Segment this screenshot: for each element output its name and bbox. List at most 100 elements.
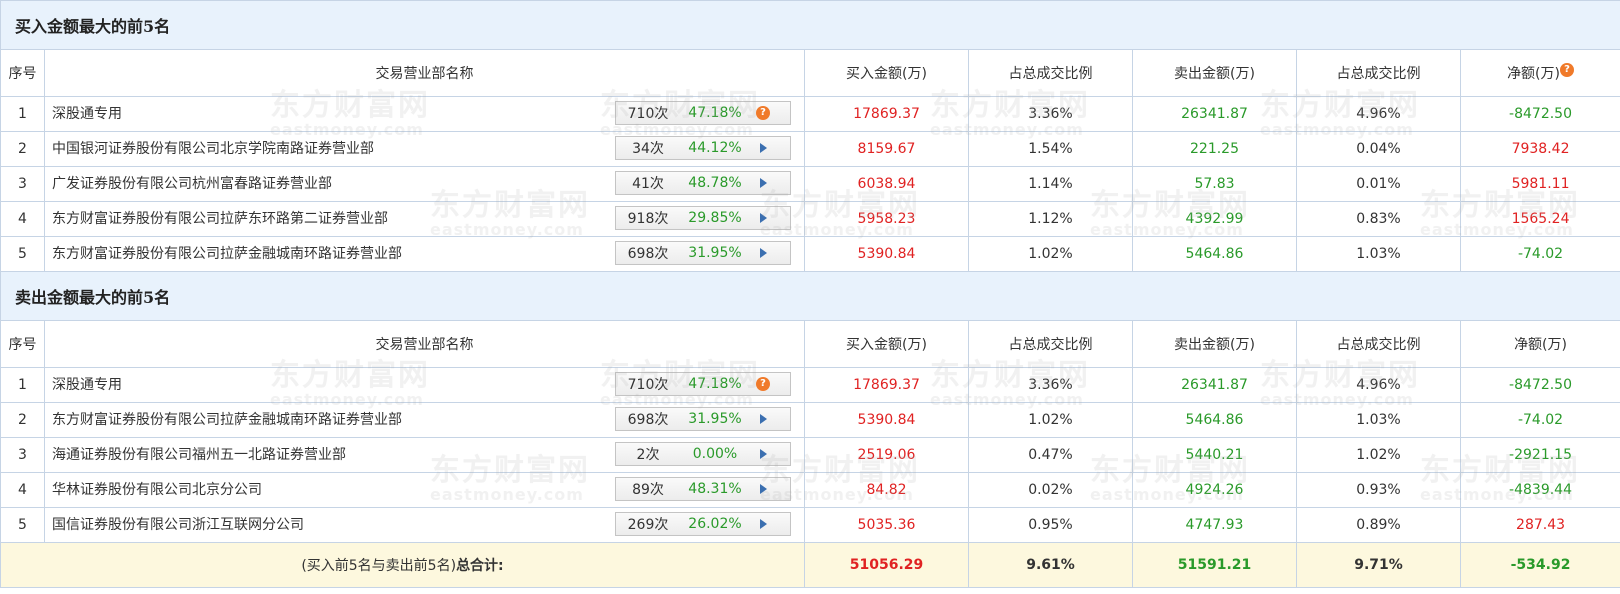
branch-name-link[interactable]: 东方财富证券股份有限公司拉萨金融城南环路证券营业部 xyxy=(52,238,402,271)
play-arrow-icon[interactable] xyxy=(760,449,767,459)
sell-amount: 26341.87 xyxy=(1132,96,1297,132)
branch-cell: 深股通专用 710次 47.18%? xyxy=(44,367,805,403)
net-amount: 287.43 xyxy=(1459,507,1620,543)
sell-ratio: 0.01% xyxy=(1296,166,1461,202)
play-arrow-icon[interactable] xyxy=(760,248,767,258)
total-label: (买入前5名与卖出前5名)总合计: xyxy=(0,542,805,588)
sell-ratio: 0.89% xyxy=(1296,507,1461,543)
row-index: 5 xyxy=(0,236,45,272)
branch-cell: 东方财富证券股份有限公司拉萨金融城南环路证券营业部 698次 31.95% xyxy=(44,402,805,438)
buy-amount: 5958.23 xyxy=(804,201,969,237)
buy-section: 买入金额最大的前5名 序号 交易营业部名称 买入金额(万) 占总成交比例 卖出金… xyxy=(0,0,1620,272)
table-row: 2 中国银河证券股份有限公司北京学院南路证券营业部 34次 44.12% 8159.67… xyxy=(0,131,1620,167)
sell-amount: 57.83 xyxy=(1132,166,1297,202)
col-index: 序号 xyxy=(0,49,45,97)
play-arrow-icon[interactable] xyxy=(760,213,767,223)
net-amount: -2921.15 xyxy=(1459,437,1620,473)
branch-name-link[interactable]: 东方财富证券股份有限公司拉萨金融城南环路证券营业部 xyxy=(52,404,402,437)
row-index: 3 xyxy=(0,437,45,473)
col-branch: 交易营业部名称 xyxy=(44,49,805,97)
row-index: 2 xyxy=(0,402,45,438)
sell-header-row: 序号 交易营业部名称 买入金额(万) 占总成交比例 卖出金额(万) 占总成交比例… xyxy=(0,320,1620,368)
play-arrow-icon[interactable] xyxy=(760,143,767,153)
branch-name-link[interactable]: 海通证券股份有限公司福州五一北路证券营业部 xyxy=(52,439,346,472)
buy-amount: 17869.37 xyxy=(804,367,969,403)
branch-stats-badge[interactable]: 698次 31.95% xyxy=(615,241,791,265)
buy-ratio: 1.02% xyxy=(968,402,1133,438)
col-net: 净额(万) xyxy=(1459,320,1620,368)
table-row: 3 广发证券股份有限公司杭州富春路证券营业部 41次 48.78% 6038.94 1.1… xyxy=(0,166,1620,202)
branch-stats-badge[interactable]: 710次 47.18%? xyxy=(615,101,791,125)
sell-ratio: 1.03% xyxy=(1296,402,1461,438)
branch-stats-badge[interactable]: 710次 47.18%? xyxy=(615,372,791,396)
total-buy-ratio: 9.61% xyxy=(968,542,1133,588)
col-buy-ratio: 占总成交比例 xyxy=(968,320,1133,368)
play-arrow-icon[interactable] xyxy=(760,484,767,494)
total-sell-ratio: 9.71% xyxy=(1296,542,1461,588)
branch-stats-badge[interactable]: 918次 29.85% xyxy=(615,206,791,230)
branch-win-rate: 47.18% xyxy=(688,376,742,392)
sell-section: 卖出金额最大的前5名 序号 交易营业部名称 买入金额(万) 占总成交比例 卖出金… xyxy=(0,271,1620,543)
buy-ratio: 0.47% xyxy=(968,437,1133,473)
branch-stats-badge[interactable]: 89次 48.31% xyxy=(615,477,791,501)
buy-header-row: 序号 交易营业部名称 买入金额(万) 占总成交比例 卖出金额(万) 占总成交比例… xyxy=(0,49,1620,97)
buy-ratio: 1.12% xyxy=(968,201,1133,237)
branch-count: 2次 xyxy=(636,447,660,463)
buy-ratio: 1.54% xyxy=(968,131,1133,167)
col-sell-ratio: 占总成交比例 xyxy=(1296,49,1461,97)
branch-name-link[interactable]: 华林证券股份有限公司北京分公司 xyxy=(52,474,262,507)
branch-count: 269次 xyxy=(627,517,669,533)
branch-cell: 深股通专用 710次 47.18%? xyxy=(44,96,805,132)
branch-win-rate: 29.85% xyxy=(688,210,742,226)
branch-stats-badge[interactable]: 34次 44.12% xyxy=(615,136,791,160)
net-amount: 5981.11 xyxy=(1459,166,1620,202)
play-arrow-icon[interactable] xyxy=(760,519,767,529)
buy-ratio: 3.36% xyxy=(968,367,1133,403)
branch-name-link[interactable]: 中国银河证券股份有限公司北京学院南路证券营业部 xyxy=(52,133,374,166)
buy-ratio: 1.14% xyxy=(968,166,1133,202)
table-row: 4 东方财富证券股份有限公司拉萨东环路第二证券营业部 918次 29.85% 5958.… xyxy=(0,201,1620,237)
net-amount: -4839.44 xyxy=(1459,472,1620,508)
branch-cell: 东方财富证券股份有限公司拉萨东环路第二证券营业部 918次 29.85% xyxy=(44,201,805,237)
branch-stats-badge[interactable]: 698次 31.95% xyxy=(615,407,791,431)
sell-ratio: 0.93% xyxy=(1296,472,1461,508)
branch-count: 698次 xyxy=(627,246,669,262)
question-icon[interactable]: ? xyxy=(756,377,770,391)
buy-ratio: 0.95% xyxy=(968,507,1133,543)
play-arrow-icon[interactable] xyxy=(760,414,767,424)
row-index: 4 xyxy=(0,472,45,508)
col-index: 序号 xyxy=(0,320,45,368)
net-amount: -74.02 xyxy=(1459,236,1620,272)
branch-name-link[interactable]: 深股通专用 xyxy=(52,98,122,131)
branch-stats-badge[interactable]: 269次 26.02% xyxy=(615,512,791,536)
row-index: 2 xyxy=(0,131,45,167)
branch-name-link[interactable]: 东方财富证券股份有限公司拉萨东环路第二证券营业部 xyxy=(52,203,388,236)
col-branch: 交易营业部名称 xyxy=(44,320,805,368)
branch-name-link[interactable]: 国信证券股份有限公司浙江互联网分公司 xyxy=(52,509,304,542)
col-net: 净额(万)? xyxy=(1459,49,1620,97)
table-row: 1 深股通专用 710次 47.18%? 17869.37 3.36% 26341.87 4.… xyxy=(0,367,1620,403)
col-buy: 买入金额(万) xyxy=(804,49,969,97)
branch-name-link[interactable]: 深股通专用 xyxy=(52,369,122,402)
branch-cell: 国信证券股份有限公司浙江互联网分公司 269次 26.02% xyxy=(44,507,805,543)
branch-name-link[interactable]: 广发证券股份有限公司杭州富春路证券营业部 xyxy=(52,168,332,201)
branch-stats-badge[interactable]: 41次 48.78% xyxy=(615,171,791,195)
sell-ratio: 1.03% xyxy=(1296,236,1461,272)
sell-ratio: 0.83% xyxy=(1296,201,1461,237)
sell-amount: 4392.99 xyxy=(1132,201,1297,237)
buy-ratio: 0.02% xyxy=(968,472,1133,508)
play-arrow-icon[interactable] xyxy=(760,178,767,188)
net-help-icon[interactable]: ? xyxy=(1560,63,1574,78)
question-icon[interactable]: ? xyxy=(756,106,770,120)
total-buy: 51056.29 xyxy=(804,542,969,588)
branch-count: 89次 xyxy=(632,482,664,498)
branch-win-rate: 26.02% xyxy=(688,516,742,532)
branch-stats-badge[interactable]: 2次 0.00% xyxy=(615,442,791,466)
sell-amount: 5464.86 xyxy=(1132,236,1297,272)
sell-ratio: 4.96% xyxy=(1296,96,1461,132)
buy-amount: 5035.36 xyxy=(804,507,969,543)
sell-amount: 26341.87 xyxy=(1132,367,1297,403)
branch-cell: 东方财富证券股份有限公司拉萨金融城南环路证券营业部 698次 31.95% xyxy=(44,236,805,272)
sell-amount: 5464.86 xyxy=(1132,402,1297,438)
branch-count: 710次 xyxy=(627,106,669,122)
